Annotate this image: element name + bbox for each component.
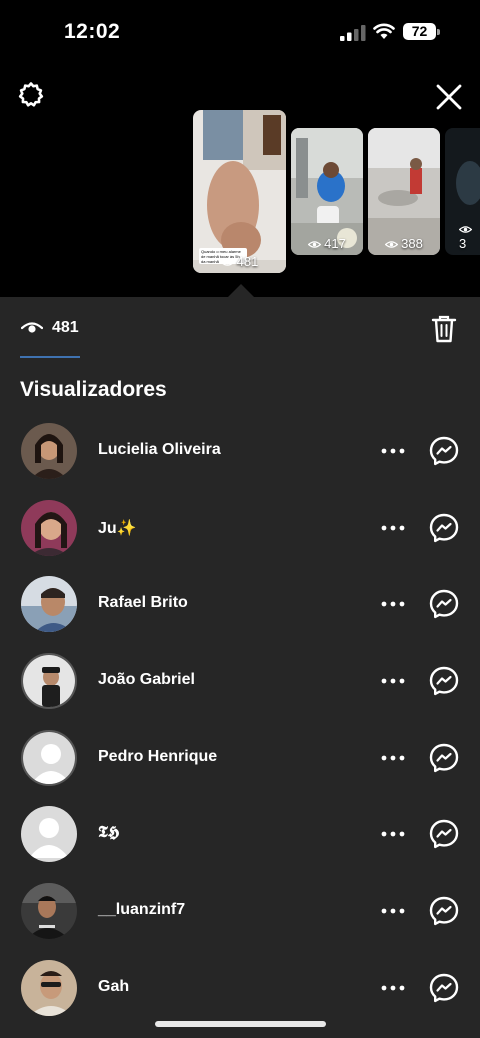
- story-views-count: 481: [236, 254, 259, 269]
- avatar[interactable]: [21, 729, 77, 786]
- avatar[interactable]: [21, 653, 77, 710]
- views-tab[interactable]: 481: [0, 297, 480, 359]
- home-indicator[interactable]: [155, 1021, 326, 1027]
- messenger-icon[interactable]: [428, 665, 460, 697]
- story-strip: Quando o meu alarme de manhã tocar às 5h…: [0, 108, 480, 278]
- status-time: 12:02: [64, 20, 121, 43]
- gear-icon[interactable]: [16, 80, 46, 110]
- views-count: 481: [52, 319, 79, 336]
- messenger-icon[interactable]: [428, 972, 460, 1004]
- avatar[interactable]: [21, 959, 77, 1016]
- viewer-name: João Gabriel: [98, 671, 195, 689]
- story-thumb[interactable]: 388: [368, 128, 440, 255]
- story-views-count: 417: [324, 236, 346, 251]
- viewer-row[interactable]: Ju✨: [0, 491, 480, 568]
- avatar[interactable]: [21, 883, 77, 940]
- viewer-name: Lucielia Oliveira: [98, 441, 221, 458]
- more-horizontal-icon[interactable]: [380, 979, 406, 997]
- viewers-panel: 481 Visualizadores Lucielia Oliveira Ju✨: [0, 297, 480, 1038]
- eye-icon: [21, 322, 43, 333]
- viewer-row[interactable]: Pedro Henrique: [0, 721, 480, 798]
- viewer-name: Ju✨: [98, 519, 137, 537]
- eye-icon: [385, 241, 399, 248]
- story-thumb[interactable]: 3: [445, 128, 480, 255]
- trash-icon[interactable]: [431, 314, 457, 344]
- story-views-count: 3: [459, 236, 467, 251]
- story-views: 388: [368, 236, 440, 251]
- battery-cap: [437, 29, 440, 35]
- messenger-icon[interactable]: [428, 742, 460, 774]
- story-views-count: 388: [401, 236, 423, 251]
- story-views: 417: [291, 236, 363, 251]
- avatar[interactable]: [21, 499, 77, 556]
- story-views: 481: [193, 254, 286, 269]
- story-thumb[interactable]: 417: [291, 128, 363, 255]
- story-views: 3: [445, 221, 480, 251]
- viewer-name: Rafael Brito: [98, 594, 188, 612]
- messenger-icon[interactable]: [428, 588, 460, 620]
- more-horizontal-icon[interactable]: [380, 442, 406, 460]
- eye-icon: [459, 226, 472, 233]
- viewer-row[interactable]: __luanzinf7: [0, 874, 480, 951]
- viewer-list: Lucielia Oliveira Ju✨ Rafael Brito João …: [0, 414, 480, 1028]
- more-horizontal-icon[interactable]: [380, 519, 406, 537]
- viewer-name: __luanzinf7: [98, 901, 186, 919]
- viewer-name: Pedro Henrique: [98, 747, 218, 765]
- avatar[interactable]: [21, 576, 77, 633]
- messenger-icon[interactable]: [428, 895, 460, 927]
- status-bar: 12:02 72: [0, 0, 480, 64]
- viewer-name: Gah: [98, 977, 130, 995]
- viewer-name: 𝕿𝕳: [98, 824, 120, 842]
- selected-story-pointer: [228, 284, 254, 297]
- more-horizontal-icon[interactable]: [380, 902, 406, 920]
- viewer-row[interactable]: Rafael Brito: [0, 567, 480, 644]
- section-title: Visualizadores: [20, 378, 167, 401]
- more-horizontal-icon[interactable]: [380, 672, 406, 690]
- messenger-icon[interactable]: [428, 435, 460, 467]
- story-thumb-selected[interactable]: Quando o meu alarme de manhã tocar às 5h…: [193, 110, 286, 273]
- active-tab-underline: [20, 356, 80, 358]
- messenger-icon[interactable]: [428, 512, 460, 544]
- more-horizontal-icon[interactable]: [380, 595, 406, 613]
- messenger-icon[interactable]: [428, 818, 460, 850]
- viewer-row[interactable]: Lucielia Oliveira: [0, 414, 480, 491]
- more-horizontal-icon[interactable]: [380, 749, 406, 767]
- more-horizontal-icon[interactable]: [380, 825, 406, 843]
- wifi-icon: [373, 23, 395, 39]
- viewer-row[interactable]: João Gabriel: [0, 644, 480, 721]
- avatar[interactable]: [21, 423, 77, 479]
- eye-icon: [220, 259, 234, 266]
- battery-indicator: 72: [403, 23, 436, 40]
- viewer-row[interactable]: Gah: [0, 951, 480, 1028]
- eye-icon: [308, 241, 322, 248]
- viewer-row[interactable]: 𝕿𝕳: [0, 797, 480, 874]
- cellular-signal-icon: [340, 25, 366, 41]
- avatar[interactable]: [21, 806, 77, 863]
